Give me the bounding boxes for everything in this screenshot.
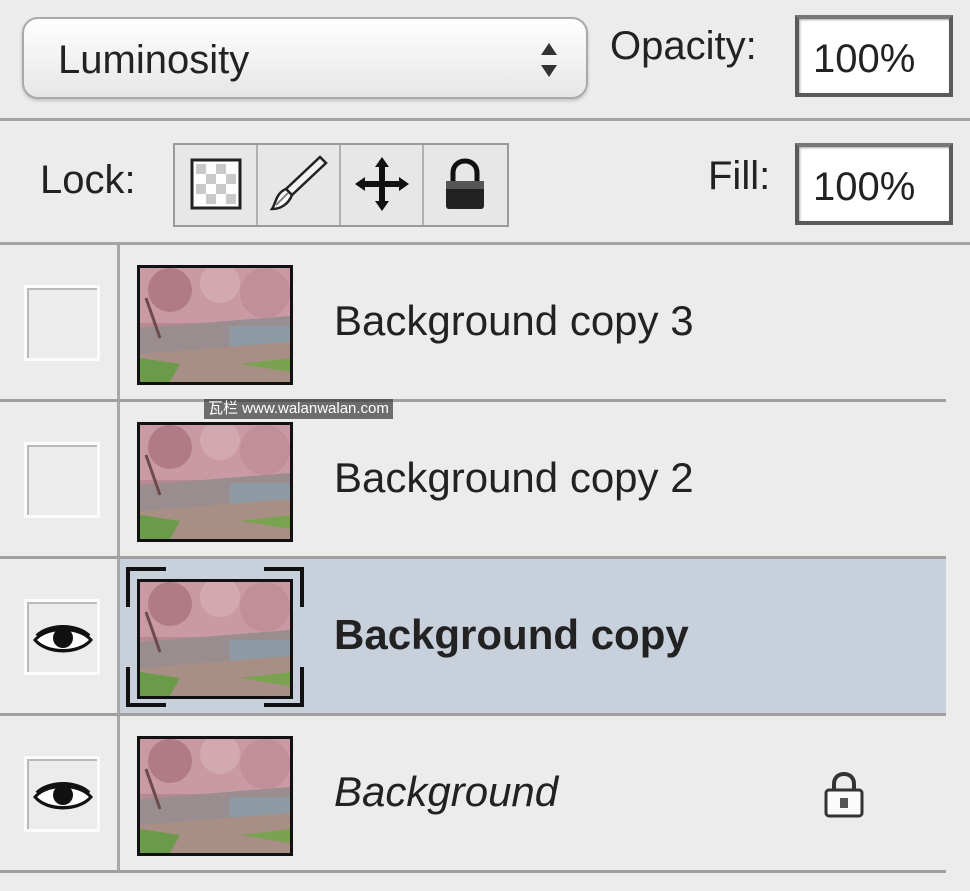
row-divider bbox=[0, 870, 946, 873]
padlock-icon bbox=[824, 771, 864, 818]
fill-value: 100% bbox=[813, 165, 916, 209]
lock-image-pixels-button[interactable] bbox=[258, 145, 341, 225]
visibility-cell bbox=[0, 402, 120, 556]
layer-name: Background copy 3 bbox=[334, 297, 694, 344]
eye-icon bbox=[33, 782, 93, 810]
visibility-toggle[interactable] bbox=[24, 756, 100, 832]
blend-opacity-bar: Luminosity Opacity: 100% bbox=[0, 0, 970, 118]
blend-mode-select[interactable]: Luminosity bbox=[22, 17, 588, 99]
visibility-cell bbox=[0, 245, 120, 399]
layer-name: Background copy bbox=[334, 611, 689, 658]
opacity-value: 100% bbox=[813, 37, 916, 81]
lock-buttons bbox=[173, 143, 509, 227]
selection-corner bbox=[126, 667, 166, 707]
layer-thumbnail[interactable] bbox=[137, 422, 293, 542]
lock-image-pixels-brush-icon bbox=[269, 155, 328, 211]
layer-row[interactable]: Background copy 2 bbox=[0, 402, 946, 559]
visibility-toggle[interactable] bbox=[24, 285, 100, 361]
selection-corner bbox=[264, 667, 304, 707]
lock-all-button[interactable] bbox=[424, 145, 507, 225]
updown-arrows-icon bbox=[541, 43, 557, 77]
lock-transparent-pixels-button[interactable] bbox=[175, 145, 258, 225]
lock-transparent-pixels-icon bbox=[190, 158, 242, 210]
selection-corner bbox=[126, 567, 166, 607]
blend-mode-value: Luminosity bbox=[58, 38, 250, 82]
lock-all-padlock-icon bbox=[446, 158, 484, 209]
visibility-cell bbox=[0, 716, 120, 870]
layers-panel: Luminosity Opacity: 100% Lock: Fill: 100… bbox=[0, 0, 970, 891]
layer-thumbnail[interactable] bbox=[137, 265, 293, 385]
opacity-field[interactable]: 100% bbox=[795, 15, 953, 97]
eye-icon bbox=[33, 625, 93, 653]
fill-label: Fill: bbox=[708, 154, 771, 198]
layers-list: Background copy 3 Background copy 2 Back… bbox=[0, 245, 970, 891]
divider bbox=[0, 118, 970, 121]
layer-row[interactable]: Background bbox=[0, 716, 946, 873]
lock-position-button[interactable] bbox=[341, 145, 424, 225]
layer-thumbnail[interactable] bbox=[137, 736, 293, 856]
lock-row: Lock: Fill: 100% bbox=[0, 124, 970, 242]
layer-name: Background copy 2 bbox=[334, 454, 694, 501]
fill-field[interactable]: 100% bbox=[795, 143, 953, 225]
layer-row[interactable]: Background copy 3 bbox=[0, 245, 946, 402]
opacity-label: Opacity: bbox=[610, 24, 757, 68]
lock-label: Lock: bbox=[40, 158, 136, 202]
layer-name: Background bbox=[334, 768, 559, 815]
selection-corner bbox=[264, 567, 304, 607]
panel-edge bbox=[946, 245, 970, 891]
visibility-toggle[interactable] bbox=[24, 442, 100, 518]
watermark-text: 瓦栏 www.walanwalan.com bbox=[204, 399, 393, 419]
visibility-toggle[interactable] bbox=[24, 599, 100, 675]
layer-row-selected[interactable]: Background copy bbox=[0, 559, 946, 716]
visibility-cell bbox=[0, 559, 120, 713]
lock-position-move-icon bbox=[355, 157, 409, 211]
